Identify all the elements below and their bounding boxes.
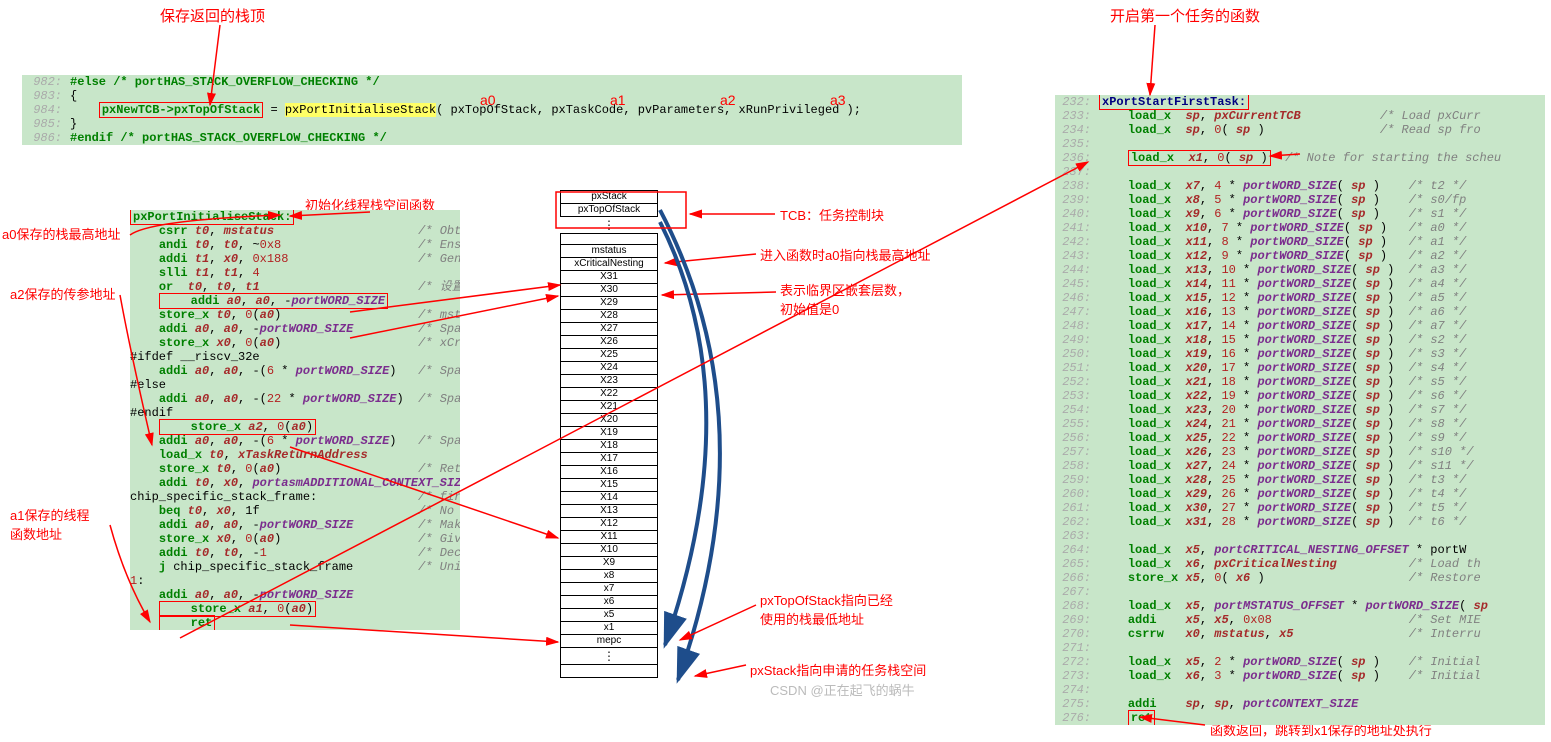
anno-pxtop: pxTopOfStack指向已经 使用的栈最低地址 [760,590,893,628]
anno-a2-param: a2保存的传参地址 [10,284,115,303]
param-a0: a0 [480,92,496,108]
anno-critical: 表示临界区嵌套层数， 初始值是0 [780,280,910,318]
stack-diagram: pxStackpxTopOfStack ... mstatusxCritical… [560,190,658,678]
param-a2: a2 [720,92,736,108]
param-a1: a1 [610,92,626,108]
anno-enter-a0: 进入函数时a0指向栈最高地址 [760,245,930,264]
anno-pxstack: pxStack指向申请的任务栈空间 [750,660,926,679]
anno-tcb: TCB：任务控制块 [780,205,884,224]
watermark: CSDN @正在起飞的蜗牛 [770,680,915,699]
anno-save-return: 保存返回的栈顶 [160,5,265,26]
param-a3: a3 [830,92,846,108]
anno-start-first: 开启第一个任务的函数 [1110,5,1260,26]
code-block-right: 232:xPortStartFirstTask:233: load_x sp, … [1055,95,1545,725]
anno-a0-highest: a0保存的栈最高地址 [2,224,120,243]
code-block-left: pxPortInitialiseStack: csrr t0, mstatus … [130,210,460,630]
code-block-top: 982:#else /* portHAS_STACK_OVERFLOW_CHEC… [22,75,962,145]
anno-a1-thread: a1保存的线程 函数地址 [10,505,89,543]
